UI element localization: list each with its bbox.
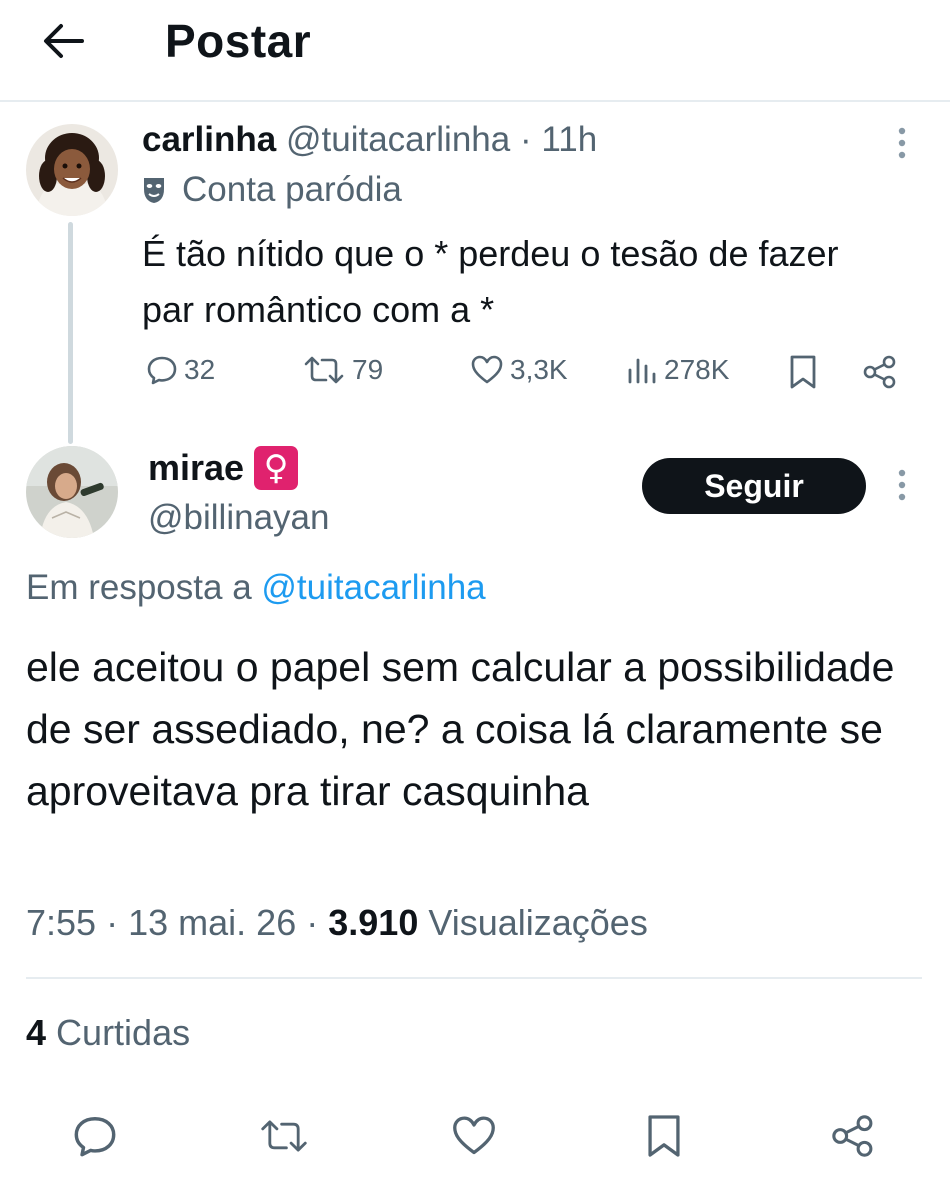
parent-more-button[interactable]	[890, 120, 914, 166]
parent-views-button[interactable]: 278K	[626, 354, 729, 386]
reply-post-date: 13 mai. 26	[128, 902, 297, 943]
parent-author-name[interactable]: carlinha	[142, 120, 276, 159]
reply-views-label[interactable]: Visualizações	[428, 902, 647, 943]
avatar-carlinha[interactable]	[26, 124, 118, 216]
reply-post-meta: 7:55 · 13 mai. 26 · 3.910 Visualizações	[26, 902, 648, 944]
arrow-left-icon	[44, 24, 84, 58]
reply-author-name[interactable]: mirae	[148, 447, 244, 489]
parent-views-count: 278K	[664, 354, 730, 385]
heart-icon	[453, 1116, 495, 1155]
reply-author-name-row: mirae ♀	[148, 446, 299, 490]
parent-like-button[interactable]: 3,3K	[470, 354, 568, 386]
parent-post-header: carlinha @tuitacarlinha · 11h	[142, 120, 597, 160]
reply-context: Em resposta a @tuitacarlinha	[26, 568, 486, 608]
bookmark-icon	[648, 1115, 680, 1157]
reply-more-button[interactable]	[890, 462, 914, 508]
comment-icon	[147, 356, 177, 385]
share-icon	[832, 1115, 873, 1157]
header-divider	[0, 100, 950, 102]
meta-separator: ·	[106, 902, 119, 943]
parent-post-text: É tão nítido que o * perdeu o tesão de f…	[142, 233, 839, 330]
thread-line	[68, 222, 73, 444]
parent-post-time[interactable]: 11h	[541, 120, 597, 159]
parent-bookmark-button[interactable]	[788, 354, 818, 390]
meta-divider	[26, 977, 922, 979]
bar-chart-icon	[628, 358, 656, 384]
bookmark-button[interactable]	[634, 1106, 694, 1166]
parent-author-handle[interactable]: @tuitacarlinha	[286, 120, 510, 159]
parent-reply-count: 32	[184, 354, 216, 385]
repost-button[interactable]	[254, 1106, 314, 1166]
reply-post-text: ele aceitou o papel sem calcular a possi…	[26, 644, 895, 814]
reply-to-prefix: Em resposta a	[26, 568, 252, 607]
reply-button[interactable]	[65, 1106, 125, 1166]
parody-label: Conta paródia	[182, 170, 402, 209]
page-title: Postar	[165, 15, 312, 67]
parent-like-count: 3,3K	[510, 354, 568, 385]
share-icon	[863, 355, 896, 389]
more-vertical-icon	[898, 469, 906, 501]
avatar-mirae[interactable]	[26, 446, 118, 538]
heart-icon	[471, 355, 503, 384]
parent-share-button[interactable]	[862, 354, 898, 390]
bookmark-icon	[790, 355, 816, 389]
share-button[interactable]	[823, 1106, 883, 1166]
meta-separator: ·	[306, 902, 319, 943]
female-sign-emoji: ♀	[254, 446, 299, 490]
more-vertical-icon	[898, 127, 906, 159]
parent-reply-button[interactable]: 32	[146, 354, 215, 386]
parent-repost-count: 79	[352, 354, 384, 385]
likes-summary[interactable]: 4 Curtidas	[26, 1012, 190, 1054]
meta-separator: ·	[519, 120, 532, 159]
likes-count: 4	[26, 1012, 47, 1053]
parent-repost-button[interactable]: 79	[302, 354, 383, 386]
reply-views-count[interactable]: 3.910	[328, 902, 418, 943]
mask-icon	[144, 178, 164, 203]
likes-label: Curtidas	[56, 1012, 191, 1053]
follow-button[interactable]: Seguir	[642, 458, 866, 514]
reply-author-handle[interactable]: @billinayan	[148, 498, 329, 538]
reply-post-time: 7:55	[26, 902, 97, 943]
reply-to-handle-link[interactable]: @tuitacarlinha	[261, 568, 485, 607]
parody-label-row: Conta paródia	[142, 170, 402, 210]
back-button[interactable]	[38, 18, 88, 64]
repost-icon	[304, 356, 344, 384]
comment-icon	[74, 1117, 116, 1157]
like-button[interactable]	[444, 1106, 504, 1166]
repost-icon	[261, 1120, 307, 1152]
